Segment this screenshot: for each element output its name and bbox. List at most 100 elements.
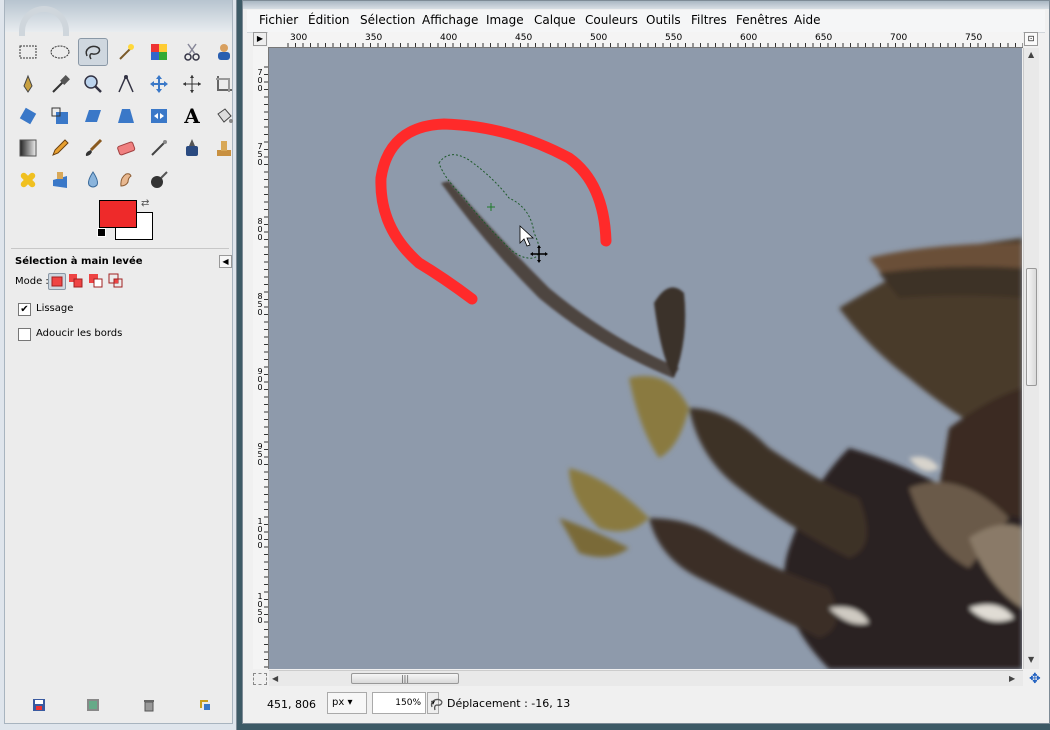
menu-image[interactable]: Image (486, 13, 524, 27)
pointer-coordinates: 451, 806 (267, 698, 316, 711)
ruler-label: 850 (257, 292, 263, 317)
default-colors-icon[interactable] (97, 228, 106, 237)
gimp-logo (19, 6, 69, 36)
zoom-tool[interactable] (78, 70, 108, 98)
feather-checkbox[interactable] (18, 328, 31, 341)
flip-tool[interactable] (144, 102, 174, 130)
paths-icon (23, 74, 33, 93)
foreground-select-tool[interactable] (209, 38, 239, 66)
free-select-tool[interactable] (78, 38, 108, 66)
navigate-icon[interactable]: ✥ (1029, 671, 1041, 687)
dodge-burn-tool[interactable] (144, 166, 174, 194)
ellipse-select-tool[interactable] (45, 38, 75, 66)
airbrush-tool[interactable] (144, 134, 174, 162)
blend-tool[interactable] (13, 134, 43, 162)
zoom-fit-button[interactable]: ⊡ (1024, 32, 1038, 46)
feather-label: Adoucir les bords (36, 328, 123, 339)
delete-options-button[interactable] (141, 697, 157, 713)
canvas-image (269, 48, 1022, 669)
vertical-scroll-thumb[interactable] (1026, 268, 1037, 386)
clone-tool[interactable] (209, 134, 239, 162)
menu-windows[interactable]: Fenêtres (736, 13, 788, 27)
rotate-icon (19, 107, 37, 125)
unit-select[interactable]: px ▾ (327, 692, 367, 714)
quick-mask-toggle[interactable] (253, 673, 267, 685)
move-tool[interactable] (144, 70, 174, 98)
perspective-clone-tool[interactable] (45, 166, 75, 194)
fuzzy-select-tool[interactable] (111, 38, 141, 66)
measure-tool[interactable] (111, 70, 141, 98)
color-select-tool[interactable] (144, 38, 174, 66)
scroll-right-icon[interactable]: ▶ (1009, 674, 1015, 683)
shear-tool[interactable] (78, 102, 108, 130)
ruler-label: 700 (257, 68, 263, 93)
align-tool[interactable] (177, 70, 207, 98)
crop-tool[interactable] (209, 70, 239, 98)
mode-replace-button[interactable] (48, 273, 66, 290)
save-options-button[interactable] (31, 697, 47, 713)
mode-add-icon (69, 274, 83, 288)
menu-filters[interactable]: Filtres (691, 13, 727, 27)
collapse-arrow-icon[interactable]: ◀ (219, 255, 232, 268)
scissors-select-tool[interactable] (177, 38, 207, 66)
reset-options-button[interactable] (197, 697, 213, 713)
blur-tool[interactable] (78, 166, 108, 194)
scroll-left-icon[interactable]: ◀ (272, 674, 278, 683)
mode-intersect-button[interactable] (108, 273, 126, 290)
smudge-tool[interactable] (111, 166, 141, 194)
scroll-up-icon[interactable]: ▲ (1028, 50, 1034, 59)
menu-tools[interactable]: Outils (646, 13, 681, 27)
scale-icon (51, 107, 68, 124)
vertical-scrollbar[interactable]: ▲ ▼ (1023, 48, 1039, 669)
title-bar (243, 1, 1049, 9)
ink-tool[interactable] (177, 134, 207, 162)
unit-value: px (332, 697, 345, 708)
ruler-label: 500 (590, 33, 608, 43)
scissors-select-icon (184, 43, 200, 61)
mode-add-button[interactable] (68, 273, 86, 290)
restore-options-button[interactable] (85, 697, 101, 713)
ruler-label: 350 (365, 33, 383, 43)
rect-select-tool[interactable] (13, 38, 43, 66)
mode-subtract-button[interactable] (88, 273, 106, 290)
paintbrush-tool[interactable] (78, 134, 108, 162)
rotate-tool[interactable] (13, 102, 43, 130)
toolbox-header (5, 0, 232, 36)
foreground-color-swatch[interactable] (99, 200, 137, 228)
perspective-tool[interactable] (111, 102, 141, 130)
trash-icon (144, 700, 154, 712)
image-canvas[interactable] (269, 48, 1022, 669)
ruler-label: 300 (290, 33, 308, 43)
free-select-icon (85, 45, 101, 60)
eraser-tool[interactable] (111, 134, 141, 162)
scale-tool[interactable] (45, 102, 75, 130)
menu-select[interactable]: Sélection (360, 13, 415, 27)
tool-options-title: Sélection à main levée (15, 256, 143, 267)
mode-subtract-icon (89, 274, 103, 288)
status-bar: 451, 806 px ▾ 150% ▾ Déplacement : -16, … (247, 689, 1045, 719)
menu-view[interactable]: Affichage (422, 13, 478, 27)
horizontal-scroll-thumb[interactable]: ||| (351, 673, 459, 684)
menu-help[interactable]: Aide (794, 13, 821, 27)
bucket-fill-tool[interactable] (209, 102, 239, 130)
paths-tool[interactable] (13, 70, 43, 98)
zoom-value: 150% (395, 698, 421, 708)
swap-colors-icon[interactable]: ⇄ (141, 198, 149, 209)
horizontal-scrollbar[interactable]: ◀ ||| ▶ (269, 670, 1023, 686)
menu-colors[interactable]: Couleurs (585, 13, 638, 27)
menu-layer[interactable]: Calque (534, 13, 576, 27)
ruler-label: 650 (815, 33, 833, 43)
scroll-down-icon[interactable]: ▼ (1028, 655, 1034, 664)
color-picker-tool[interactable] (45, 70, 75, 98)
menu-edit[interactable]: Édition (308, 13, 350, 27)
text-tool[interactable]: A (177, 102, 207, 130)
pencil-tool[interactable] (45, 134, 75, 162)
zoom-select[interactable]: 150% (372, 692, 426, 714)
crop-icon (216, 76, 232, 92)
color-picker-icon (52, 75, 70, 93)
antialias-checkbox[interactable]: ✔ (18, 303, 31, 316)
ruler-label: 950 (257, 442, 263, 467)
menu-file[interactable]: Fichier (259, 13, 298, 27)
heal-tool[interactable] (13, 166, 43, 194)
ruler-menu-button[interactable]: ▶ (253, 32, 267, 46)
